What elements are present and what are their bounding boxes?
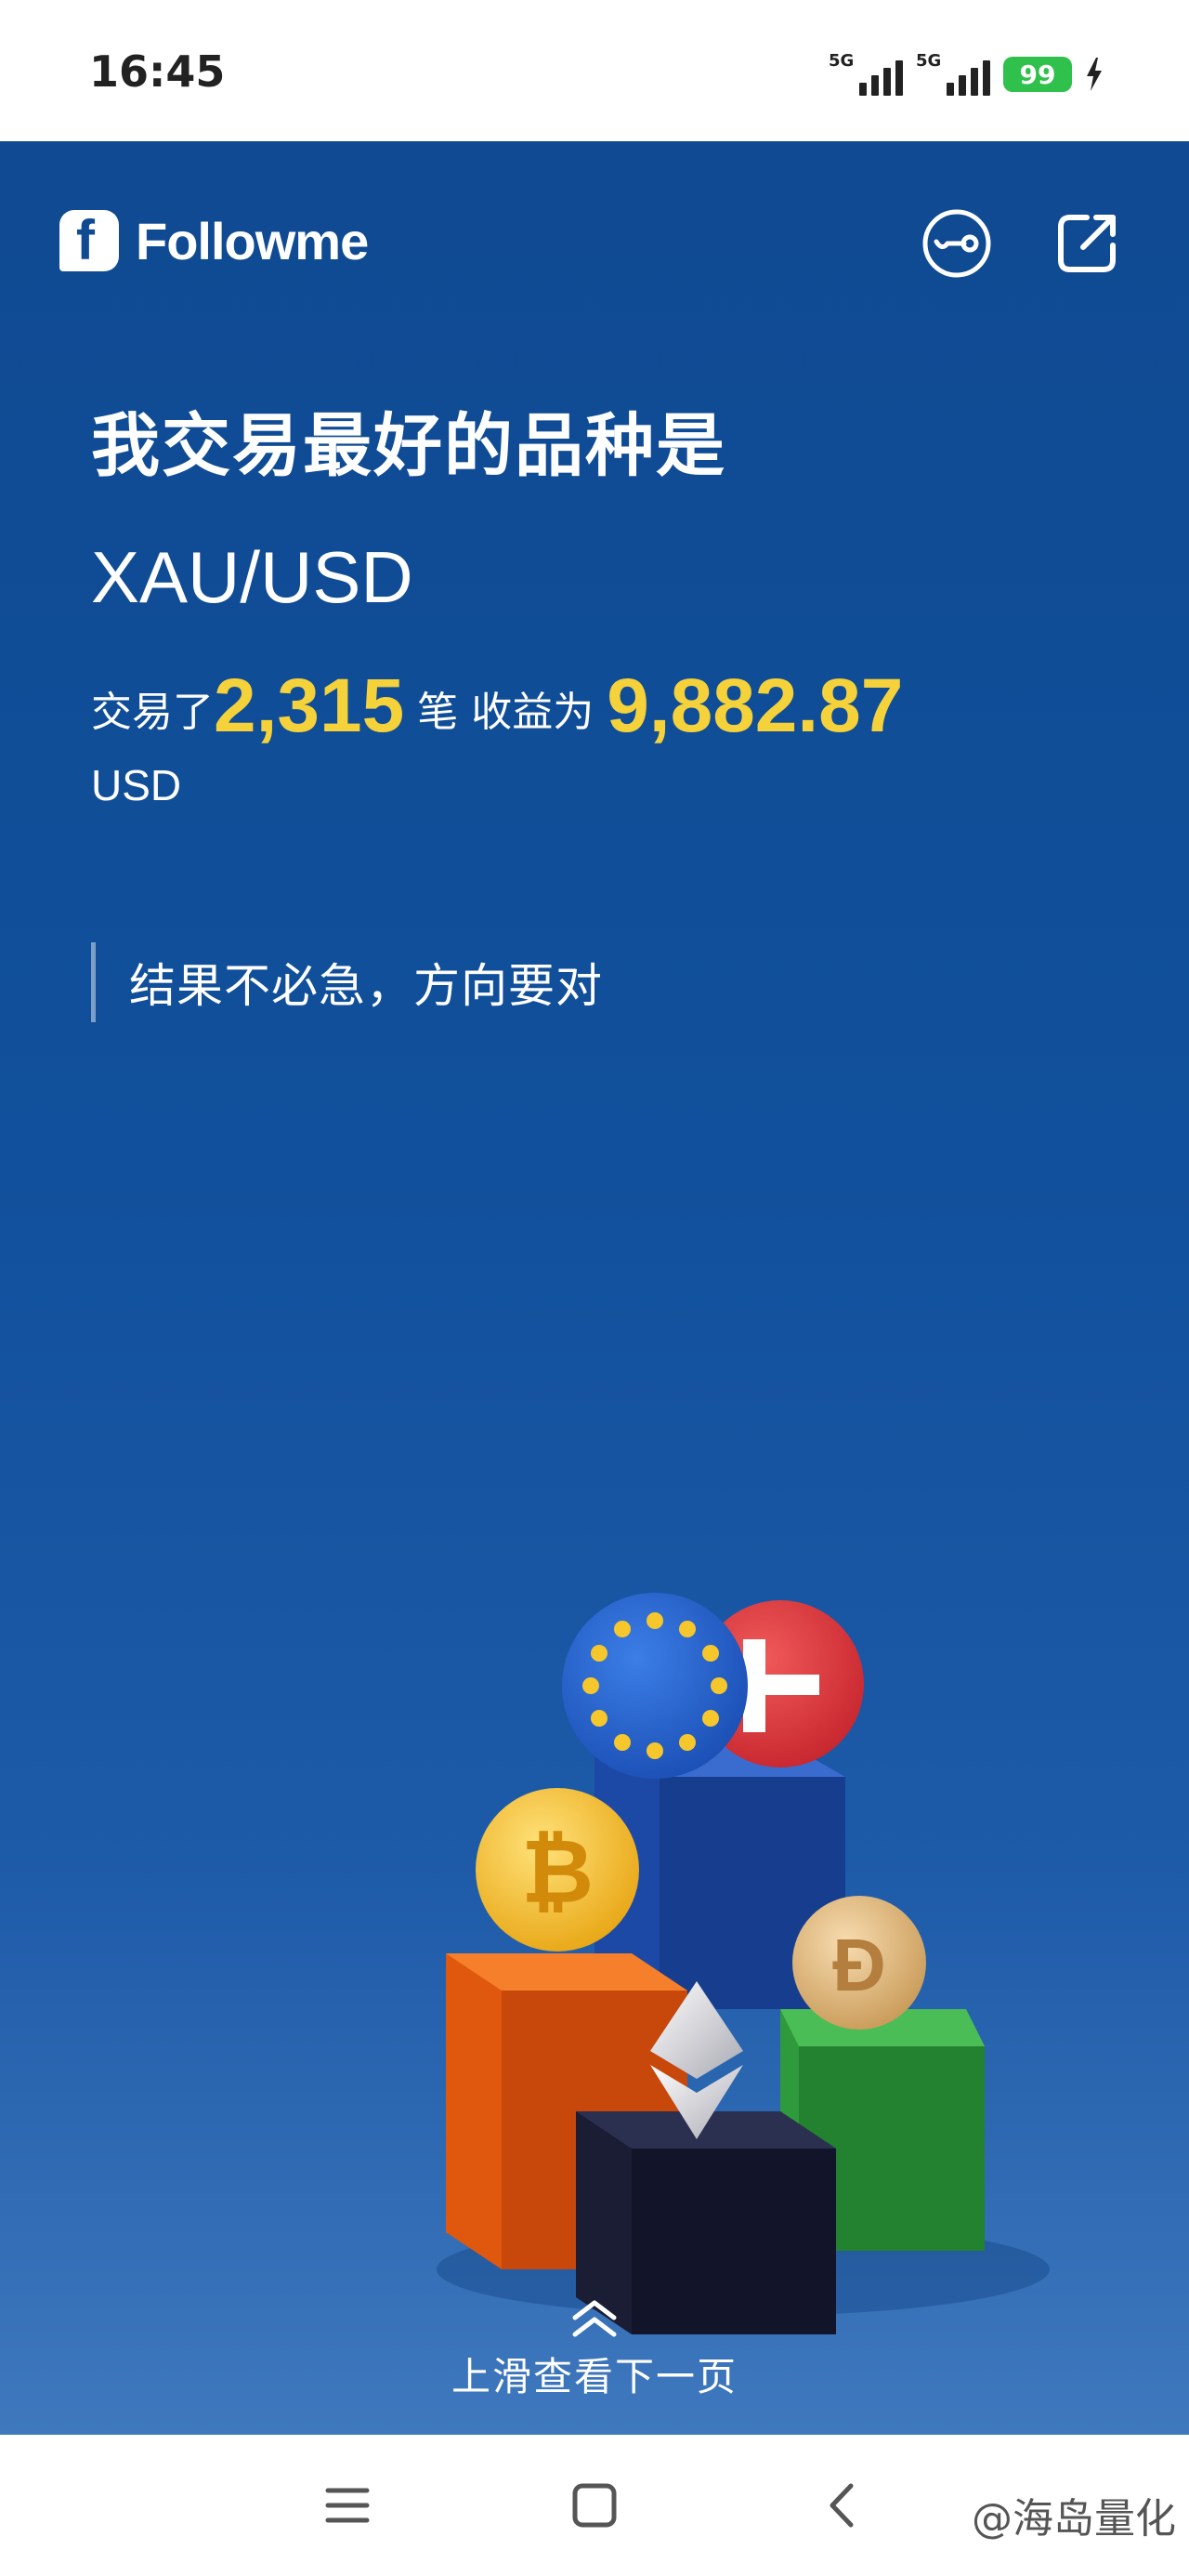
quote: 结果不必急，方向要对 xyxy=(91,942,603,1022)
system-nav-bar: @海岛量化 xyxy=(0,2435,1189,2576)
profit-unit: USD xyxy=(91,761,182,809)
svg-text:₿: ₿ xyxy=(521,1822,594,1922)
followme-logo-icon xyxy=(59,208,119,272)
double-chevron-up-icon xyxy=(572,2300,617,2337)
back-icon[interactable] xyxy=(804,2468,879,2543)
swipe-up-label: 上滑查看下一页 xyxy=(451,2354,738,2399)
menu-icon[interactable] xyxy=(310,2468,385,2543)
watermark: @海岛量化 xyxy=(972,2495,1176,2543)
signal-icon: 5G xyxy=(916,51,990,98)
status-time: 16:45 xyxy=(89,46,226,97)
quote-text: 结果不必急，方向要对 xyxy=(129,959,603,1013)
status-indicators: 5G 5G 99 xyxy=(829,48,1104,100)
headline: 我交易最好的品种是 xyxy=(91,406,726,486)
main-card: Followme 我交易最好的品种是 XAU/USD 交易了2,315 笔 收益… xyxy=(0,141,1189,2435)
signal-label: 5G xyxy=(829,51,855,71)
eye-slash-icon[interactable] xyxy=(920,206,994,281)
trades-count: 2,315 xyxy=(214,664,405,748)
trades-suffix: 笔 收益为 xyxy=(417,689,594,736)
signal-label: 5G xyxy=(916,51,942,71)
battery-icon: 99 xyxy=(1003,57,1072,92)
trades-prefix: 交易了 xyxy=(91,689,214,736)
brand-logo: Followme xyxy=(59,208,369,272)
svg-text:Đ: Đ xyxy=(832,1924,886,2006)
share-icon[interactable] xyxy=(1050,206,1124,281)
home-square-icon[interactable] xyxy=(557,2468,632,2543)
profit-value: 9,882.87 xyxy=(607,664,904,748)
brand-name: Followme xyxy=(136,211,369,270)
battery-level: 99 xyxy=(1019,59,1056,90)
trade-stats: 交易了2,315 笔 收益为 9,882.87 USD xyxy=(91,662,1113,813)
best-symbol: XAU/USD xyxy=(91,536,413,618)
signal-icon: 5G xyxy=(829,51,903,98)
swipe-up-hint[interactable]: 上滑查看下一页 xyxy=(0,2297,1189,2402)
charging-bolt-icon xyxy=(1085,58,1104,91)
status-bar: 16:45 5G 5G 99 xyxy=(0,0,1189,141)
crypto-blocks-illustration: ₿ Đ xyxy=(437,1593,1050,2334)
